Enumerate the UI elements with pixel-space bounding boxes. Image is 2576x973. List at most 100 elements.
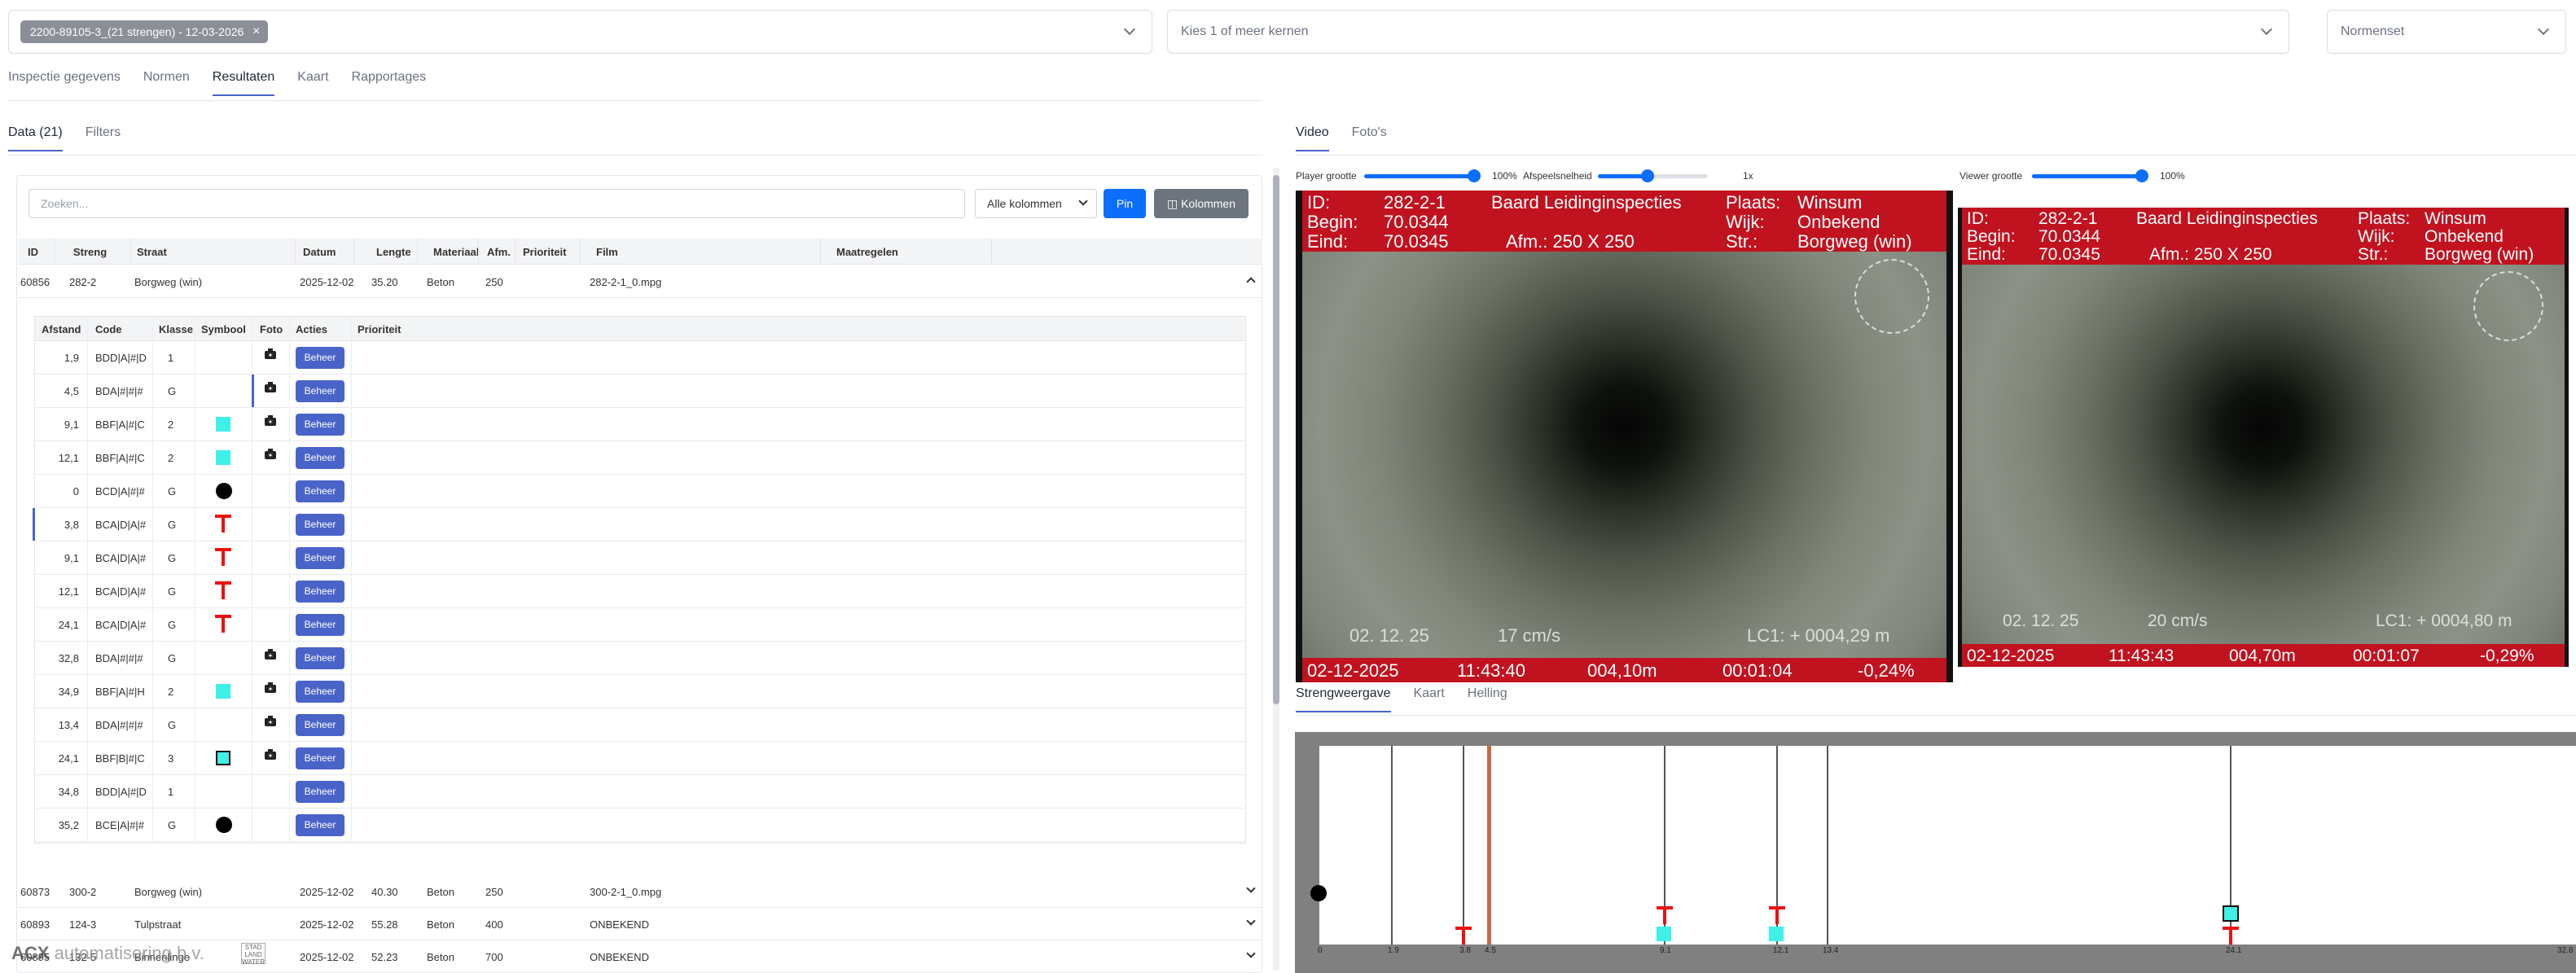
player-size-handle[interactable] [1468,169,1481,182]
beheer-button[interactable]: Beheer [296,581,344,603]
observation-row[interactable]: 9,1 BCA|D|A|# G Beheer [35,541,1245,575]
chevron-down-icon[interactable] [1246,949,1256,958]
beheer-button[interactable]: Beheer [296,414,344,436]
tab-inspectie-gegevens[interactable]: Inspectie gegevens [8,70,121,96]
tab-kaart[interactable]: Kaart [297,70,328,96]
normset-select[interactable]: Normenset [2327,10,2566,54]
chevron-up-icon[interactable] [1246,277,1256,287]
beheer-button[interactable]: Beheer [296,681,344,703]
beheer-button[interactable]: Beheer [296,514,344,536]
sub-header-acties[interactable]: Acties [296,323,327,335]
connection-tee-icon[interactable] [1657,906,1673,924]
observation-line[interactable] [1827,746,1828,945]
col-header-prioriteit[interactable]: Prioriteit [523,246,566,258]
tab-fotos[interactable]: Foto's [1352,125,1387,151]
selected-inspection-chip[interactable]: 2200-89105-3_(21 strengen) - 12-03-2026 … [20,20,269,43]
camera-icon[interactable] [265,649,276,660]
observation-row[interactable]: 24,1 BCA|D|A|# G Beheer [35,608,1245,642]
camera-icon[interactable] [265,382,276,392]
beheer-button[interactable]: Beheer [296,781,344,803]
pin-button[interactable]: Pin [1104,189,1146,218]
table-row[interactable]: 60893 124-3 Tulpstraat 2025-12-02 55.28 … [18,908,1262,940]
beheer-button[interactable]: Beheer [296,814,344,836]
observation-row[interactable]: 1,9 BDD|A|#|D 1 Beheer [35,341,1245,375]
beheer-button[interactable]: Beheer [296,380,344,402]
tab-strip-kaart[interactable]: Kaart [1414,686,1445,712]
col-header-lengte[interactable]: Lengte [376,246,411,258]
beheer-button[interactable]: Beheer [296,614,344,636]
viewer-size-slider[interactable] [2032,169,2148,182]
beheer-button[interactable]: Beheer [296,547,344,569]
connection-tee-icon[interactable] [1455,927,1472,945]
video-player[interactable]: ID: 282-2-1 Begin: 70.0344 Eind: 70.0345… [1296,191,1953,682]
search-input[interactable]: Zoeken... [29,189,965,218]
tab-strengweergave[interactable]: Strengweergave [1296,686,1391,712]
tab-filters[interactable]: Filters [86,125,121,151]
col-header-streng[interactable]: Streng [73,246,107,258]
defect-square-icon[interactable] [1657,927,1671,941]
player-size-slider[interactable] [1364,169,1481,182]
defect-square-icon[interactable] [1769,927,1784,941]
tab-helling[interactable]: Helling [1468,686,1507,712]
defect-dot-icon[interactable] [1310,885,1327,901]
beheer-button[interactable]: Beheer [296,714,344,736]
beheer-button[interactable]: Beheer [296,647,344,669]
observation-row[interactable]: 3,8 BCA|D|A|# G Beheer [35,508,1245,541]
col-header-id[interactable]: ID [28,246,38,258]
table-row[interactable]: 60873 300-2 Borgweg (win) 2025-12-02 40.… [18,875,1262,908]
observation-row[interactable]: 12,1 BCA|D|A|# G Beheer [35,575,1245,608]
cores-select[interactable]: Kies 1 of meer kernen [1167,10,2289,54]
chevron-down-icon[interactable] [1246,883,1256,893]
beheer-button[interactable]: Beheer [296,747,344,769]
observation-row[interactable]: 34,9 BBF|A|#|H 2 Beheer [35,675,1245,708]
camera-icon[interactable] [265,415,276,426]
defect-square-icon[interactable] [2223,905,2239,922]
col-header-maatregelen[interactable]: Maatregelen [836,246,898,258]
sub-header-klasse[interactable]: Klasse [159,323,193,335]
col-header-afm[interactable]: Afm. [487,246,511,258]
speed-slider[interactable] [1598,169,1708,182]
camera-icon[interactable] [265,682,276,693]
observation-row[interactable]: 0 BCD|A|#|# G Beheer [35,475,1245,508]
sub-header-foto[interactable]: Foto [260,323,283,335]
col-header-film[interactable]: Film [596,246,618,258]
observation-row[interactable]: 24,1 BBF|B|#|C 3 Beheer [35,742,1245,775]
chevron-down-icon[interactable] [2537,23,2550,36]
connection-tee-icon[interactable] [2223,927,2239,945]
sub-header-code[interactable]: Code [95,323,122,335]
photo-viewer[interactable]: ID: 282-2-1 Begin: 70.0344 Eind: 70.0345… [1958,208,2569,667]
col-header-materiaal[interactable]: Materiaal [433,246,479,258]
tab-video[interactable]: Video [1296,125,1329,151]
sub-header-afstand[interactable]: Afstand [42,323,81,335]
col-header-datum[interactable]: Datum [303,246,336,258]
sub-header-prioriteit[interactable]: Prioriteit [358,323,401,335]
chevron-down-icon[interactable] [1246,916,1256,926]
col-header-straat[interactable]: Straat [137,246,167,258]
tab-normen[interactable]: Normen [143,70,190,96]
observation-row[interactable]: 12,1 BBF|A|#|C 2 Beheer [35,441,1245,475]
observation-line[interactable] [1391,746,1393,945]
tab-resultaten[interactable]: Resultaten [212,70,274,96]
observation-row[interactable]: 13,4 BDA|#|#|# G Beheer [35,708,1245,742]
table-row[interactable]: 60895 132-5 Binnenlinge 2025-12-02 52.23… [18,940,1262,973]
strand-select[interactable]: 2200-89105-3_(21 strengen) - 12-03-2026 … [8,10,1152,54]
camera-icon[interactable] [265,749,276,760]
camera-icon[interactable] [265,716,276,726]
chevron-down-icon[interactable] [1123,23,1136,36]
columns-button[interactable]: ◫ Kolommen [1154,189,1249,218]
column-filter-select[interactable]: Alle kolommen [975,189,1097,218]
observation-row[interactable]: 34,8 BDD|A|#|D 1 Beheer [35,775,1245,809]
camera-icon[interactable] [265,348,276,359]
beheer-button[interactable]: Beheer [296,447,344,469]
current-position-line[interactable] [1487,746,1491,945]
tab-rapportages[interactable]: Rapportages [352,70,427,96]
viewer-size-handle[interactable] [2135,169,2148,182]
observation-line[interactable] [1463,746,1464,945]
camera-icon[interactable] [265,449,276,459]
table-row[interactable]: 60856 282-2 Borgweg (win) 2025-12-02 35.… [18,265,1262,298]
speed-handle[interactable] [1640,169,1654,182]
beheer-button[interactable]: Beheer [296,347,344,369]
beheer-button[interactable]: Beheer [296,480,344,502]
connection-tee-icon[interactable] [1769,906,1785,924]
observation-row[interactable]: 35,2 BCE|A|#|# G Beheer [35,809,1245,842]
